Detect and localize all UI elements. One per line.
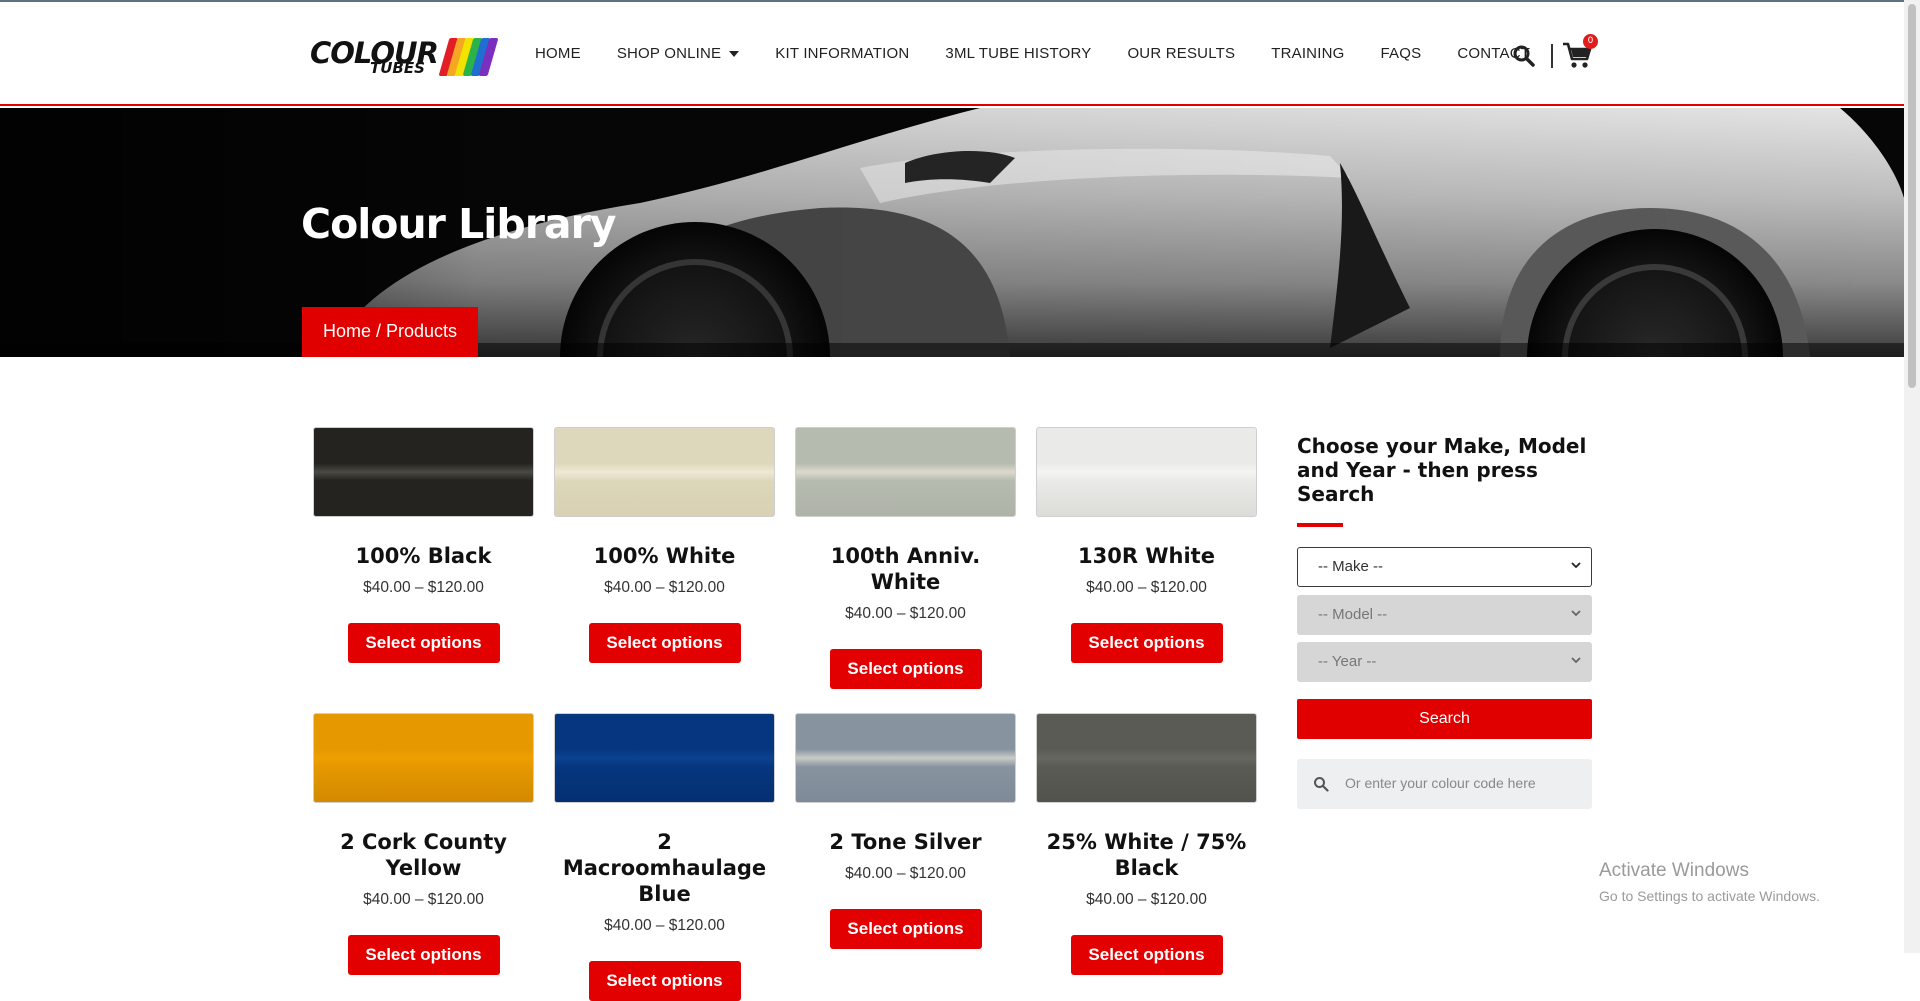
product-price: $40.00 – $120.00	[604, 917, 725, 934]
main-nav: HOME SHOP ONLINE KIT INFORMATION 3ML TUB…	[535, 45, 1530, 67]
select-options-button[interactable]: Select options	[347, 623, 500, 663]
chevron-down-icon	[1571, 610, 1581, 617]
windows-activation-watermark: Activate Windows Go to Settings to activ…	[1599, 860, 1820, 904]
nav-faqs[interactable]: FAQS	[1381, 45, 1422, 67]
title-underline	[1297, 523, 1343, 527]
breadcrumb[interactable]: Home / Products	[302, 307, 478, 357]
hero-banner: Colour Library Home / Products	[0, 108, 1904, 357]
nav-shop-online-label: SHOP ONLINE	[616, 45, 722, 62]
scrollbar-thumb[interactable]	[1908, 4, 1916, 388]
product-name[interactable]: 25% White / 75% Black	[1036, 829, 1257, 881]
nav-home[interactable]: HOME	[535, 45, 581, 67]
product-swatch[interactable]	[313, 713, 534, 803]
select-options-button[interactable]: Select options	[588, 961, 741, 1001]
product-swatch[interactable]	[554, 427, 775, 517]
select-options-button[interactable]: Select options	[1070, 623, 1223, 663]
product-price: $40.00 – $120.00	[1086, 891, 1207, 908]
make-select-value: -- Make --	[1318, 558, 1383, 575]
select-options-button[interactable]: Select options	[588, 623, 741, 663]
nav-kit-information[interactable]: KIT INFORMATION	[775, 45, 909, 67]
make-select[interactable]: -- Make --	[1297, 547, 1592, 587]
site-header: COLOUR TUBES HOME SHOP ONLINE KIT INFORM…	[0, 2, 1920, 106]
sidebar-title: Choose your Make, Model and Year - then …	[1297, 434, 1587, 506]
product-card: 2 Macroomhaulage Blue $40.00 – $120.00 S…	[554, 713, 775, 1001]
model-select-value: -- Model --	[1318, 606, 1388, 623]
product-price: $40.00 – $120.00	[1086, 579, 1207, 596]
watermark-line-2: Go to Settings to activate Windows.	[1599, 888, 1820, 904]
product-name[interactable]: 2 Tone Silver	[795, 829, 1016, 855]
colour-code-input[interactable]: Or enter your colour code here	[1297, 759, 1592, 809]
product-price: $40.00 – $120.00	[363, 579, 484, 596]
product-card: 100% White $40.00 – $120.00 Select optio…	[554, 427, 775, 663]
select-options-button[interactable]: Select options	[829, 649, 982, 689]
product-card: 100% Black $40.00 – $120.00 Select optio…	[313, 427, 534, 663]
car-background-image	[0, 108, 1904, 357]
product-card: 2 Cork County Yellow $40.00 – $120.00 Se…	[313, 713, 534, 975]
product-card: 100th Anniv. White $40.00 – $120.00 Sele…	[795, 427, 1016, 689]
search-icon	[1314, 777, 1329, 792]
select-options-button[interactable]: Select options	[347, 935, 500, 975]
product-name[interactable]: 130R White	[1036, 543, 1257, 569]
model-select[interactable]: -- Model --	[1297, 595, 1592, 635]
nav-training[interactable]: TRAINING	[1271, 45, 1344, 67]
product-swatch[interactable]	[1036, 713, 1257, 803]
chevron-down-icon	[1571, 657, 1581, 664]
product-price: $40.00 – $120.00	[845, 865, 966, 882]
product-name[interactable]: 100th Anniv. White	[795, 543, 1016, 595]
logo-rainbow-stripes	[438, 38, 499, 78]
product-swatch[interactable]	[313, 427, 534, 517]
colour-code-placeholder: Or enter your colour code here	[1345, 775, 1536, 791]
chevron-down-icon	[1571, 562, 1581, 569]
product-swatch[interactable]	[1036, 427, 1257, 517]
search-icon[interactable]	[1512, 44, 1536, 68]
watermark-line-1: Activate Windows	[1599, 860, 1749, 881]
year-select-value: -- Year --	[1318, 653, 1377, 670]
chevron-down-icon	[729, 51, 740, 58]
cart-count-badge: 0	[1583, 34, 1598, 49]
product-card: 2 Tone Silver $40.00 – $120.00 Select op…	[795, 713, 1016, 949]
nav-shop-online[interactable]: SHOP ONLINE	[616, 45, 740, 67]
product-name[interactable]: 2 Cork County Yellow	[313, 829, 534, 881]
product-card: 25% White / 75% Black $40.00 – $120.00 S…	[1036, 713, 1257, 975]
select-options-button[interactable]: Select options	[1070, 935, 1223, 975]
year-select[interactable]: -- Year --	[1297, 642, 1592, 682]
product-card: 130R White $40.00 – $120.00 Select optio…	[1036, 427, 1257, 663]
nav-our-results[interactable]: OUR RESULTS	[1127, 45, 1235, 67]
header-divider	[1551, 44, 1553, 68]
page-title: Colour Library	[301, 200, 617, 248]
logo-word-tubes: TUBES	[370, 59, 425, 77]
colour-tubes-logo[interactable]: COLOUR TUBES	[308, 32, 499, 80]
product-swatch[interactable]	[795, 427, 1016, 517]
product-price: $40.00 – $120.00	[845, 605, 966, 622]
product-swatch[interactable]	[554, 713, 775, 803]
product-name[interactable]: 2 Macroomhaulage Blue	[554, 829, 775, 907]
product-price: $40.00 – $120.00	[363, 891, 484, 908]
search-button[interactable]: Search	[1297, 699, 1592, 739]
nav-3ml-tube-history[interactable]: 3ML TUBE HISTORY	[945, 45, 1091, 67]
product-name[interactable]: 100% Black	[313, 543, 534, 569]
vehicle-search-sidebar: Choose your Make, Model and Year - then …	[1297, 434, 1592, 809]
product-name[interactable]: 100% White	[554, 543, 775, 569]
product-swatch[interactable]	[795, 713, 1016, 803]
product-price: $40.00 – $120.00	[604, 579, 725, 596]
select-options-button[interactable]: Select options	[829, 909, 982, 949]
